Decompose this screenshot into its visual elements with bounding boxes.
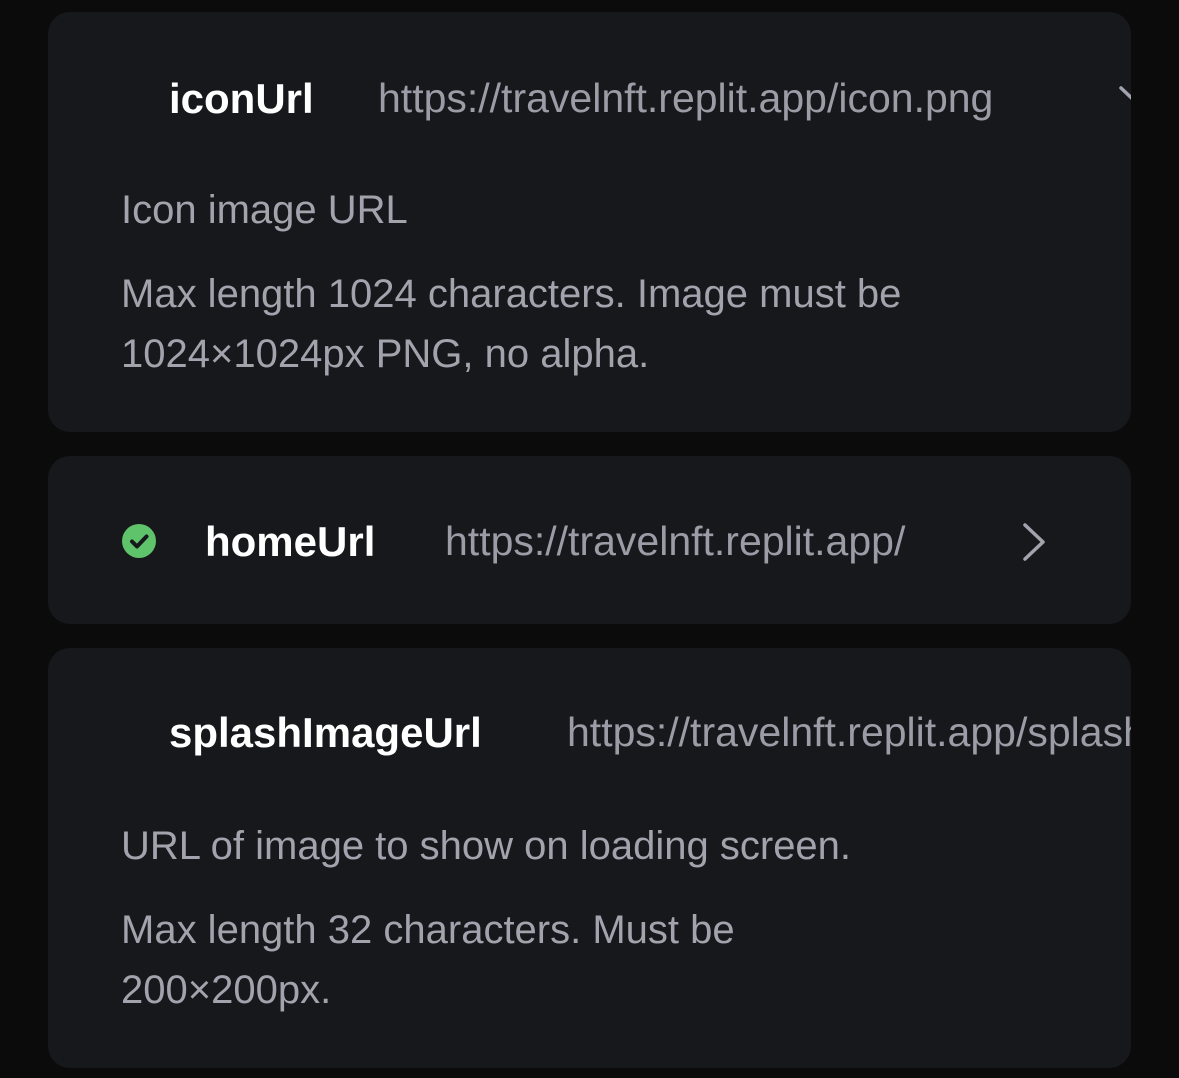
field-name: splashImageUrl: [169, 709, 482, 756]
field-card-splash-image-url[interactable]: splashImageUrl https://travelnft.replit.…: [48, 648, 1131, 1068]
field-constraint: Max length 32 characters. Must be 200×20…: [121, 908, 735, 1012]
field-description: URL of image to show on loading screen.: [121, 824, 852, 868]
chevron-down-icon[interactable]: [1118, 84, 1131, 108]
field-constraint: Max length 1024 characters. Image must b…: [121, 272, 902, 376]
field-card-home-url[interactable]: homeUrl https://travelnft.replit.app/: [48, 456, 1131, 624]
field-value: https://travelnft.replit.app/: [445, 518, 906, 564]
field-value: https://travelnft.replit.app/icon.png: [378, 75, 994, 121]
field-value: https://travelnft.replit.app/splash.png: [567, 709, 1131, 755]
field-description: Icon image URL: [121, 188, 408, 232]
field-name: homeUrl: [205, 518, 376, 565]
field-card-icon-url[interactable]: iconUrl https://travelnft.replit.app/ico…: [48, 12, 1131, 432]
field-name: iconUrl: [169, 75, 314, 122]
check-circle-icon: [122, 524, 156, 558]
chevron-right-icon[interactable]: [1020, 522, 1048, 562]
